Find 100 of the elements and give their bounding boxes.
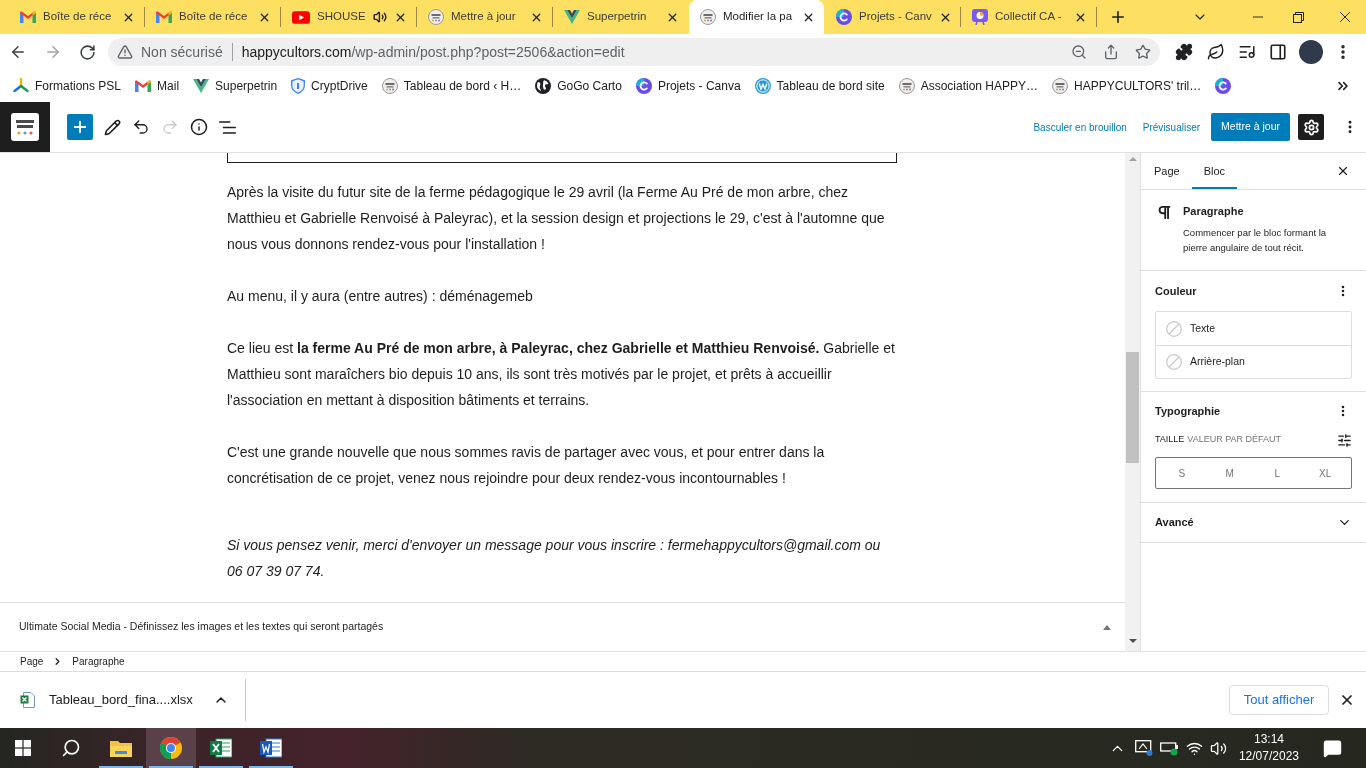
share-icon[interactable]: [1103, 44, 1119, 60]
warning-icon[interactable]: [117, 44, 133, 60]
folder-icon: [110, 739, 132, 757]
round-badge-icon: [700, 9, 716, 25]
browser-tab[interactable]: Superpetrin: [553, 0, 688, 34]
block-description: Commencer par le bloc formant la pierre angulaire de tout récit.: [1183, 226, 1328, 255]
puzzle-icon[interactable]: [1175, 43, 1193, 61]
play-icon: [292, 10, 310, 24]
font-size-option[interactable]: L: [1253, 460, 1302, 486]
v-logo-icon: [193, 79, 210, 93]
sidebar-tab[interactable]: Bloc: [1191, 153, 1238, 189]
size-label: TAILLE: [1155, 433, 1185, 447]
profile-avatar[interactable]: [1299, 40, 1323, 64]
address-bar[interactable]: Non sécurisé happycultors.com/wp-admin/post.php?post=2506&action=edit: [108, 38, 1160, 66]
paragraph-text: Au menu, il y aura (entre autres) : déménagemeb: [227, 287, 534, 306]
add-block-button[interactable]: [67, 114, 93, 140]
preview-link[interactable]: Prévisualiser: [1142, 119, 1201, 135]
v-logo-icon: [564, 10, 580, 24]
site-logo-icon: [11, 113, 39, 141]
star-icon[interactable]: [1135, 44, 1151, 60]
paragraph-icon: [1156, 204, 1173, 221]
url-text[interactable]: happycultors.com/wp-admin/post.php?post=2506&action=edit: [241, 41, 625, 63]
meta-box-title[interactable]: Ultimate Social Media - Définissez les images et les textes qui seront partagés: [19, 619, 384, 635]
bookmark[interactable]: Association HAPPY…: [891, 73, 1046, 99]
browser-tab[interactable]: Mettre à jour: [417, 0, 552, 34]
browser-tab[interactable]: Projets - Canv: [825, 0, 960, 34]
presentation-icon: [972, 9, 988, 25]
undo-icon[interactable]: [132, 118, 150, 136]
sidebar-tab[interactable]: Page: [1142, 153, 1192, 189]
site-logo-button[interactable]: [0, 102, 50, 152]
restore-icon[interactable]: [1293, 11, 1304, 23]
c-logo-icon: [635, 78, 652, 94]
paragraph-text: Après la visite du futur site de la ferme pédagogique le 29 avril (la Ferme Au Pré de mon arbre, chez Matthieu et Gabrielle Renvoisé à Paleyrac), et la session design et projections le 29, c'est à l'automne que nous vous donnons rendez-vous pour l'installation !: [227, 183, 886, 254]
bookmark[interactable]: Formations PSL: [6, 73, 129, 99]
windows-logo-icon[interactable]: [15, 740, 31, 756]
triangle-up-icon[interactable]: [1103, 624, 1111, 630]
bookmark[interactable]: Tableau de bord ‹ H…: [374, 73, 529, 99]
zoom-out-icon[interactable]: [1071, 44, 1087, 60]
tricolor-ring-icon: [160, 737, 182, 759]
panel-title[interactable]: Couleur: [1155, 282, 1197, 300]
update-button[interactable]: Mettre à jour: [1211, 113, 1290, 141]
panel-title[interactable]: Typographie: [1155, 402, 1221, 420]
bookmark[interactable]: Tableau de bord site: [747, 73, 892, 99]
volume-icon[interactable]: [1209, 739, 1227, 757]
pencil-icon[interactable]: [104, 118, 121, 136]
leaf-icon[interactable]: [1207, 43, 1225, 61]
document-icon: [260, 738, 282, 758]
paragraph-text: C'est une grande nouvelle que nous sommes ravis de partager avec vous, et pour entrer dans la concrétisation de ce projet, venez nous rejoindre pour deux rendez-vous incontournables !: [227, 443, 826, 488]
side-panel-icon[interactable]: [1269, 43, 1287, 61]
bookmark[interactable]: Superpetrin: [186, 73, 285, 99]
battery-icon[interactable]: [1159, 740, 1180, 756]
sliders-icon[interactable]: [1337, 432, 1352, 448]
c-logo-icon: [836, 9, 852, 25]
panel-title[interactable]: Avancé: [1155, 513, 1194, 531]
close-icon[interactable]: [1339, 692, 1355, 708]
browser-tab[interactable]: Modifier la pa: [689, 0, 824, 34]
scrollbar[interactable]: [1125, 153, 1140, 651]
notifications-icon[interactable]: [1323, 738, 1342, 758]
clock[interactable]: 13:14 12/07/2023: [1234, 731, 1303, 765]
block-title: Paragraphe: [1183, 204, 1245, 219]
playlist-icon[interactable]: [1238, 43, 1256, 61]
download-file-name[interactable]: Tableau_bord_fina....xlsx: [49, 690, 193, 710]
paragraph-text: Si vous pensez venir, merci d'envoyer un message pour vous inscrire : fermehappycultors@gmail.com ou 06 07 39 07 74.: [227, 536, 882, 581]
browser-tab[interactable]: Boîte de réce: [9, 0, 144, 34]
font-size-option[interactable]: XL: [1301, 460, 1349, 486]
font-size-option[interactable]: S: [1158, 460, 1206, 486]
round-badge-icon: [381, 78, 398, 94]
round-badge-icon: [1052, 78, 1069, 94]
security-label[interactable]: Non sécurisé: [141, 41, 223, 63]
bookmark[interactable]: Projets - Canva: [628, 73, 748, 99]
draft-link[interactable]: Basculer en brouillon: [1033, 119, 1127, 135]
new-tab-icon[interactable]: [1109, 8, 1127, 26]
bookmark[interactable]: GoGo Carto: [528, 73, 629, 99]
browser-tab[interactable]: Boîte de réce: [145, 0, 280, 34]
reload-icon[interactable]: [79, 43, 96, 61]
font-size-option[interactable]: M: [1205, 460, 1254, 486]
search-icon[interactable]: [61, 738, 81, 758]
settings-button[interactable]: [1298, 114, 1324, 140]
bookmark[interactable]: Mail: [128, 73, 187, 99]
color-option[interactable]: Arrière-plan: [1156, 345, 1351, 378]
m-logo-icon: [135, 80, 152, 92]
show-all-button[interactable]: Tout afficher: [1229, 685, 1329, 715]
bookmark[interactable]: HAPPYCULTORS' tril…: [1045, 73, 1209, 99]
scroll-down-icon[interactable]: [1128, 639, 1137, 643]
round-badge-icon: [428, 9, 444, 25]
scrollbar-thumb[interactable]: [1126, 352, 1139, 463]
breadcrumb-link[interactable]: Page: [20, 654, 44, 669]
browser-tab[interactable]: SHOUSE: [281, 0, 416, 34]
bookmark[interactable]: CryptDrive: [284, 73, 375, 99]
close-icon[interactable]: [1336, 164, 1350, 178]
spreadsheet-file-icon[interactable]: [20, 692, 36, 708]
browser-tab[interactable]: Collectif CA -: [961, 0, 1096, 34]
monitor-icon[interactable]: [1134, 740, 1153, 756]
info-icon[interactable]: [190, 118, 208, 136]
round-badge-icon: [898, 78, 915, 94]
speaker-icon[interactable]: [373, 10, 387, 24]
breadcrumb-link[interactable]: Paragraphe: [72, 654, 125, 669]
m-logo-icon: [156, 11, 172, 23]
color-option[interactable]: Texte: [1156, 312, 1351, 345]
list-view-icon[interactable]: [219, 120, 236, 134]
